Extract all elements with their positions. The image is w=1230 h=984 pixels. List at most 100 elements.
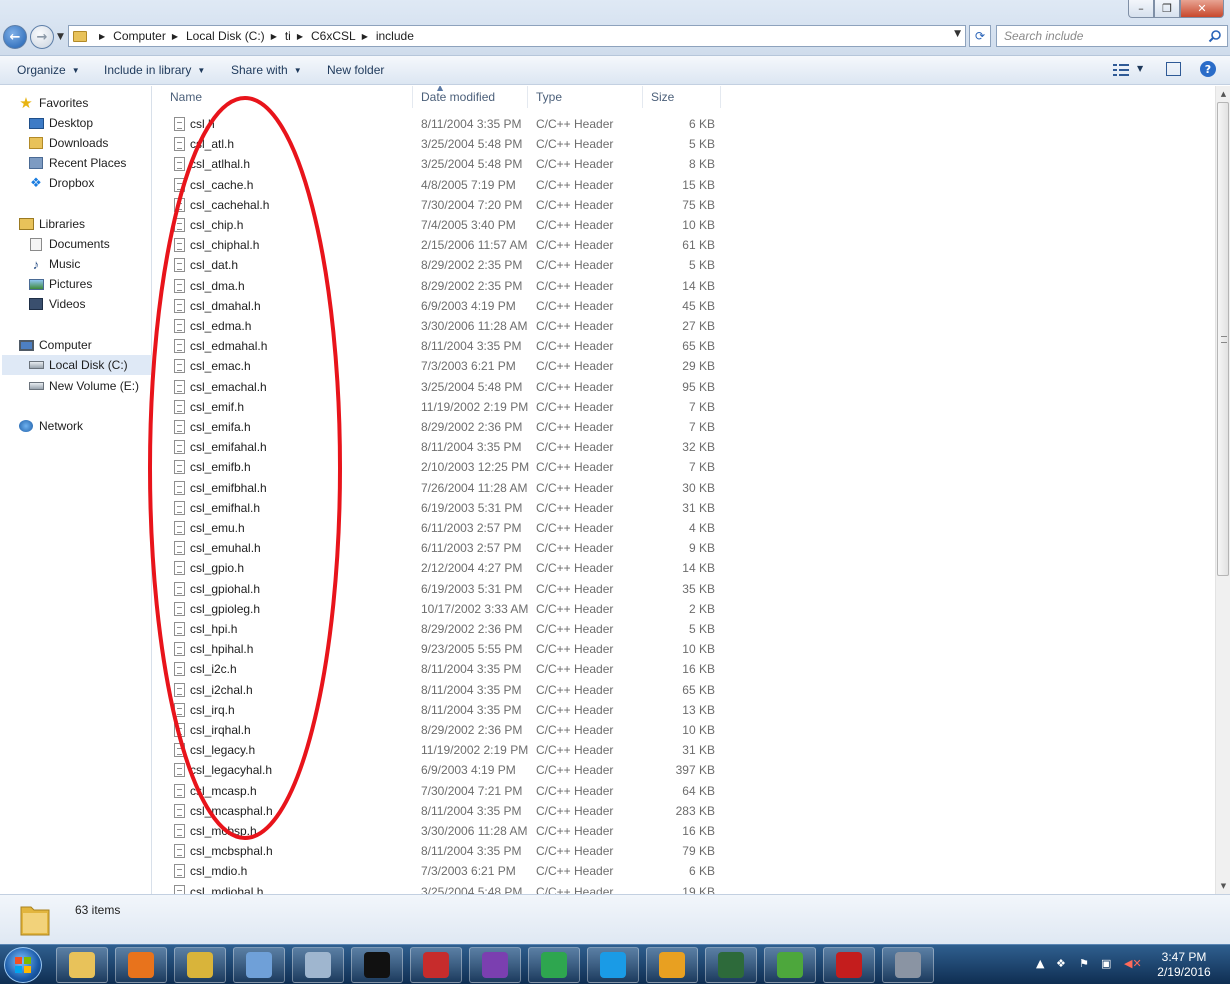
nav-documents[interactable]: Documents: [28, 234, 110, 254]
view-options-dropdown[interactable]: ▼: [1137, 64, 1143, 73]
taskbar-skype-button[interactable]: [587, 947, 639, 983]
file-row[interactable]: csl_emachal.h 3/25/2004 5:48 PM C/C++ Head…: [153, 377, 723, 397]
column-header-type[interactable]: Type: [528, 86, 643, 108]
file-row[interactable]: csl_chiphal.h 2/15/2006 11:57 AM C/C++ Hea…: [153, 235, 723, 255]
file-row[interactable]: csl_dma.h 8/29/2002 2:35 PM C/C++ Header 14…: [153, 276, 723, 296]
start-button[interactable]: [4, 947, 42, 983]
file-row[interactable]: csl_emu.h 6/11/2003 2:57 PM C/C++ Header 4 …: [153, 518, 723, 538]
nav-libraries[interactable]: Libraries: [18, 214, 85, 234]
address-dropdown[interactable]: ▼: [954, 29, 961, 39]
file-row[interactable]: csl_emuhal.h 6/11/2003 2:57 PM C/C++ Heade…: [153, 538, 723, 558]
file-row[interactable]: csl_dmahal.h 6/9/2003 4:19 PM C/C++ Header…: [153, 296, 723, 316]
vertical-scrollbar[interactable]: ▲ ▼: [1215, 86, 1230, 894]
file-row[interactable]: csl_emifahal.h 8/11/2004 3:35 PM C/C++ Hea…: [153, 437, 723, 457]
clock[interactable]: 3:47 PM 2/19/2016: [1148, 950, 1220, 980]
file-row[interactable]: csl_legacy.h 11/19/2002 2:19 PM C/C++ Head…: [153, 740, 723, 760]
file-row[interactable]: csl_i2chal.h 8/11/2004 3:35 PM C/C++ Heade…: [153, 680, 723, 700]
file-row[interactable]: csl_legacyhal.h 6/9/2003 4:19 PM C/C++ Hea…: [153, 760, 723, 780]
address-bar[interactable]: ▶ Computer ▶ Local Disk (C:) ▶ ti ▶ C6xC…: [68, 25, 966, 47]
taskbar-paint-button[interactable]: [233, 947, 285, 983]
file-row[interactable]: csl_emifhal.h 6/19/2003 5:31 PM C/C++ Head…: [153, 498, 723, 518]
taskbar-notepad-plus-plus-button[interactable]: [764, 947, 816, 983]
taskbar-text-editor-button[interactable]: [174, 947, 226, 983]
change-view-icon[interactable]: [1113, 63, 1129, 77]
preview-pane-icon[interactable]: [1166, 62, 1181, 76]
search-input[interactable]: [997, 26, 1197, 46]
minimize-button[interactable]: –: [1128, 0, 1154, 18]
file-row[interactable]: csl_emif.h 11/19/2002 2:19 PM C/C++ Header…: [153, 397, 723, 417]
new-folder-button[interactable]: New folder: [327, 63, 384, 77]
scroll-thumb[interactable]: [1217, 102, 1229, 576]
file-row[interactable]: csl_gpioleg.h 10/17/2002 3:33 AM C/C++ Hea…: [153, 599, 723, 619]
nav-downloads[interactable]: Downloads: [28, 133, 108, 153]
file-row[interactable]: csl_atlhal.h 3/25/2004 5:48 PM C/C++ Heade…: [153, 154, 723, 174]
file-row[interactable]: csl_atl.h 3/25/2004 5:48 PM C/C++ Header 5 …: [153, 134, 723, 154]
nav-favorites[interactable]: ★ Favorites: [18, 93, 88, 113]
taskbar-wifi-app-button[interactable]: [469, 947, 521, 983]
forward-button[interactable]: →: [30, 25, 54, 49]
close-button[interactable]: ✕: [1180, 0, 1224, 18]
file-row[interactable]: csl_edmahal.h 8/11/2004 3:35 PM C/C++ Head…: [153, 336, 723, 356]
taskbar-firefox-button[interactable]: [115, 947, 167, 983]
nav-computer[interactable]: Computer: [18, 335, 92, 355]
file-row[interactable]: csl_dat.h 8/29/2002 2:35 PM C/C++ Header 5 …: [153, 255, 723, 275]
search-box[interactable]: [996, 25, 1228, 47]
breadcrumb-chevron-icon[interactable]: ▶: [362, 32, 368, 41]
taskbar-chrome-button[interactable]: [528, 947, 580, 983]
taskbar-command-prompt-button[interactable]: [351, 947, 403, 983]
breadcrumb-local-disk[interactable]: Local Disk (C:): [186, 29, 265, 43]
taskbar-virtualbox-button[interactable]: [882, 947, 934, 983]
file-row[interactable]: csl_gpio.h 2/12/2004 4:27 PM C/C++ Header 1…: [153, 558, 723, 578]
nav-music[interactable]: ♪ Music: [28, 254, 81, 274]
volume-muted-icon[interactable]: ◀✕: [1124, 957, 1142, 970]
share-with-button[interactable]: Share with ▼: [231, 63, 302, 77]
scroll-down-icon[interactable]: ▼: [1216, 878, 1230, 894]
breadcrumb-chevron-icon[interactable]: ▶: [271, 32, 277, 41]
breadcrumb-chevron-icon[interactable]: ▶: [99, 32, 105, 41]
column-header-name[interactable]: Name: [153, 86, 413, 108]
nav-local-disk[interactable]: Local Disk (C:): [2, 355, 152, 375]
show-hidden-icons-icon[interactable]: ▲: [1036, 957, 1044, 970]
breadcrumb-include[interactable]: include: [376, 29, 414, 43]
taskbar-code-composer-button[interactable]: [705, 947, 757, 983]
recent-pages-dropdown[interactable]: ▼: [57, 32, 64, 42]
breadcrumb-chevron-icon[interactable]: ▶: [297, 32, 303, 41]
maximize-button[interactable]: ❐: [1154, 0, 1180, 18]
help-icon[interactable]: ?: [1200, 61, 1216, 77]
nav-network[interactable]: Network: [18, 416, 83, 436]
nav-desktop[interactable]: Desktop: [28, 113, 93, 133]
taskbar-outlook-button[interactable]: [646, 947, 698, 983]
taskbar-acrobat-button[interactable]: [823, 947, 875, 983]
nav-recent-places[interactable]: Recent Places: [28, 153, 126, 173]
breadcrumb-chevron-icon[interactable]: ▶: [172, 32, 178, 41]
file-row[interactable]: csl_mdiohal.h 3/25/2004 5:48 PM C/C++ Head…: [153, 882, 723, 894]
flag-icon[interactable]: ⚑: [1079, 957, 1089, 970]
organize-button[interactable]: Organize ▼: [17, 63, 80, 77]
file-row[interactable]: csl_emac.h 7/3/2003 6:21 PM C/C++ Header 29…: [153, 356, 723, 376]
column-header-size[interactable]: Size: [643, 86, 721, 108]
nav-dropbox[interactable]: ❖ Dropbox: [28, 173, 94, 193]
nav-videos[interactable]: Videos: [28, 294, 85, 314]
file-row[interactable]: csl_emifa.h 8/29/2002 2:36 PM C/C++ Header…: [153, 417, 723, 437]
file-row[interactable]: csl_mdio.h 7/3/2003 6:21 PM C/C++ Header 6 …: [153, 861, 723, 881]
file-row[interactable]: csl_irq.h 8/11/2004 3:35 PM C/C++ Header 13…: [153, 700, 723, 720]
file-row[interactable]: csl_mcbsp.h 3/30/2006 11:28 AM C/C++ Heade…: [153, 821, 723, 841]
refresh-button[interactable]: ⟳: [969, 25, 991, 47]
file-row[interactable]: csl_chip.h 7/4/2005 3:40 PM C/C++ Header 10…: [153, 215, 723, 235]
file-row[interactable]: csl_emifb.h 2/10/2003 12:25 PM C/C++ Heade…: [153, 457, 723, 477]
file-row[interactable]: csl_edma.h 3/30/2006 11:28 AM C/C++ Header…: [153, 316, 723, 336]
taskbar-calculator-button[interactable]: [292, 947, 344, 983]
network-tray-icon[interactable]: ▣: [1101, 957, 1111, 970]
include-in-library-button[interactable]: Include in library ▼: [104, 63, 205, 77]
nav-new-volume[interactable]: New Volume (E:): [28, 376, 139, 396]
file-row[interactable]: csl_mcbsphal.h 8/11/2004 3:35 PM C/C++ Hea…: [153, 841, 723, 861]
breadcrumb-computer[interactable]: Computer: [113, 29, 166, 43]
search-icon[interactable]: [1208, 29, 1222, 43]
file-row[interactable]: csl_mcasphal.h 8/11/2004 3:35 PM C/C++ Hea…: [153, 801, 723, 821]
taskbar-media-app-button[interactable]: [410, 947, 462, 983]
column-header-date[interactable]: Date modified: [413, 86, 528, 108]
file-row[interactable]: csl_cachehal.h 7/30/2004 7:20 PM C/C++ Hea…: [153, 195, 723, 215]
back-button[interactable]: ←: [3, 25, 27, 49]
breadcrumb-c6xcsl[interactable]: C6xCSL: [311, 29, 356, 43]
file-row[interactable]: csl_hpi.h 8/29/2002 2:36 PM C/C++ Header 5 …: [153, 619, 723, 639]
